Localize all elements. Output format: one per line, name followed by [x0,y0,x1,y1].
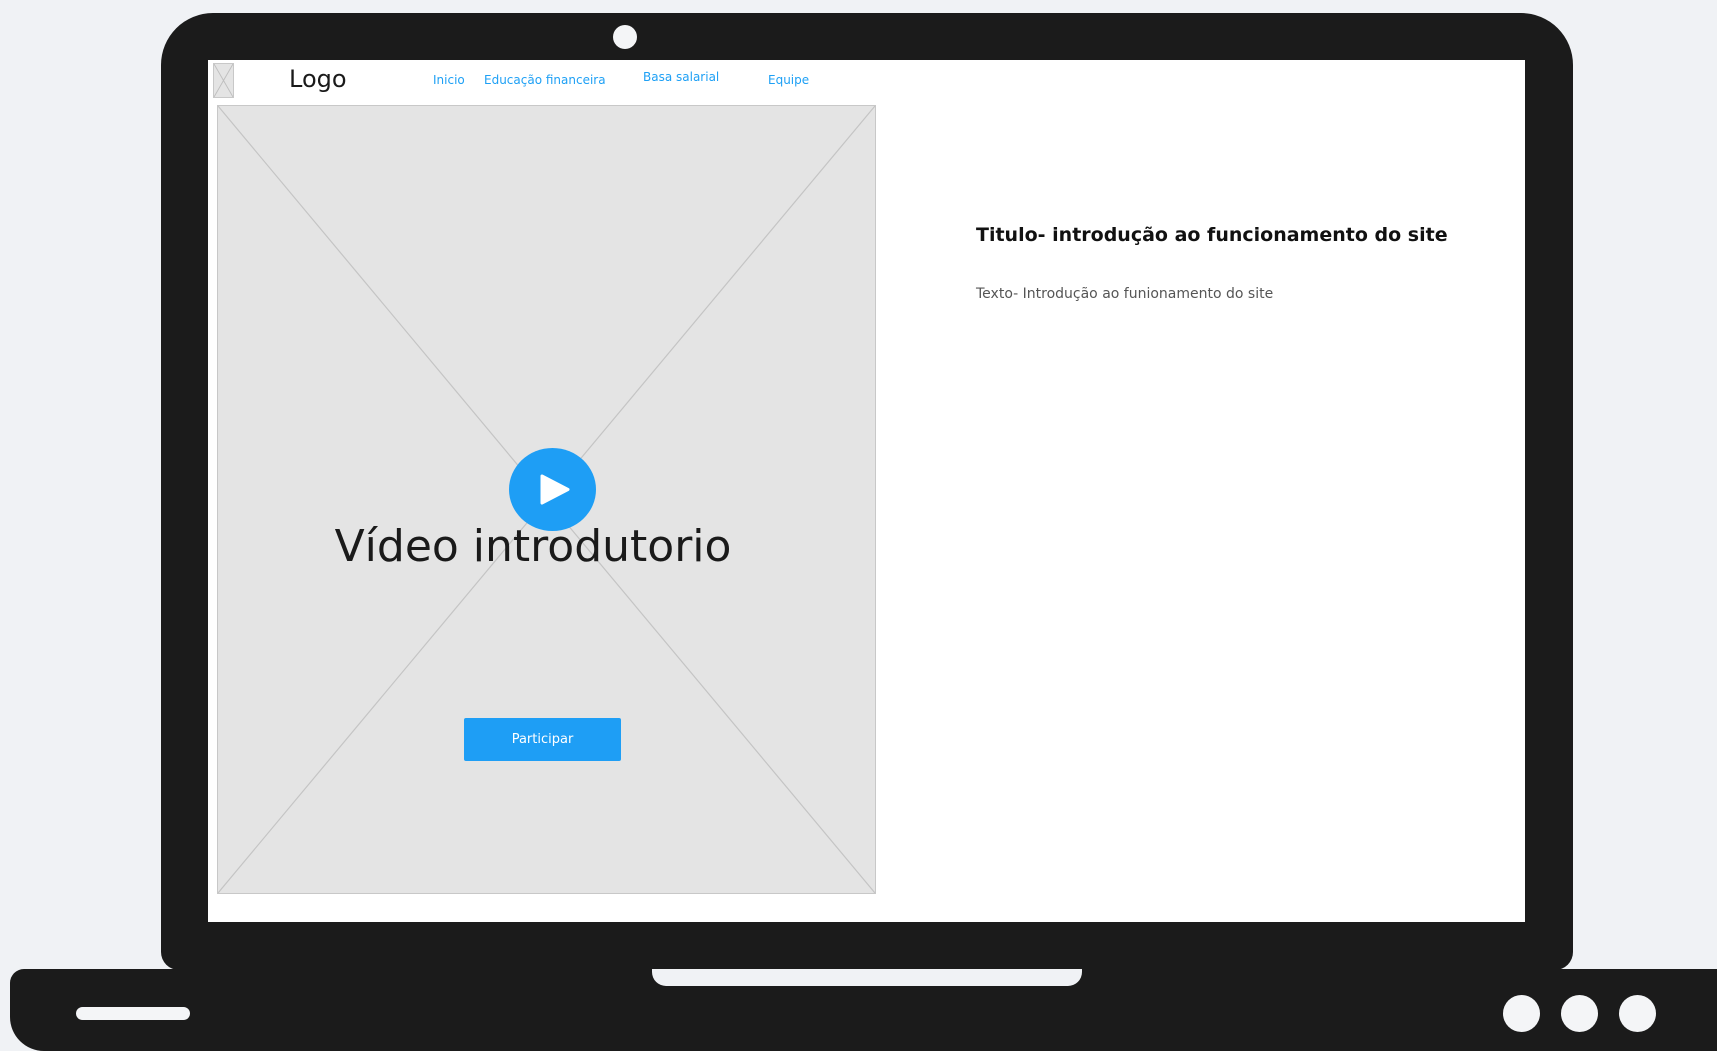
play-icon [540,474,570,505]
intro-title: Titulo- introdução ao funcionamento do s… [976,224,1448,246]
nav-link-base-salarial[interactable]: Basa salarial [643,70,719,84]
indicator-light [1619,995,1656,1032]
laptop-screen: Logo Inicio Educação financeira Basa sal… [208,60,1525,922]
logo-text[interactable]: Logo [289,65,347,93]
webcam-icon [613,25,637,49]
video-placeholder: Vídeo introdutorio Participar [217,105,876,894]
laptop-slot [76,1007,190,1020]
nav-link-educacao-financeira[interactable]: Educação financeira [484,73,606,87]
video-title: Vídeo introdutorio [334,521,732,572]
participar-button[interactable]: Participar [464,718,621,761]
nav-link-inicio[interactable]: Inicio [433,73,465,87]
indicator-light [1561,995,1598,1032]
play-button[interactable] [509,448,596,531]
intro-text: Texto- Introdução ao funionamento do sit… [976,286,1274,302]
laptop-mockup: Logo Inicio Educação financeira Basa sal… [0,0,1717,1051]
indicator-light [1503,995,1540,1032]
nav-link-equipe[interactable]: Equipe [768,73,809,87]
logo-image-placeholder-icon [213,63,234,98]
laptop-hinge-notch [652,969,1082,986]
